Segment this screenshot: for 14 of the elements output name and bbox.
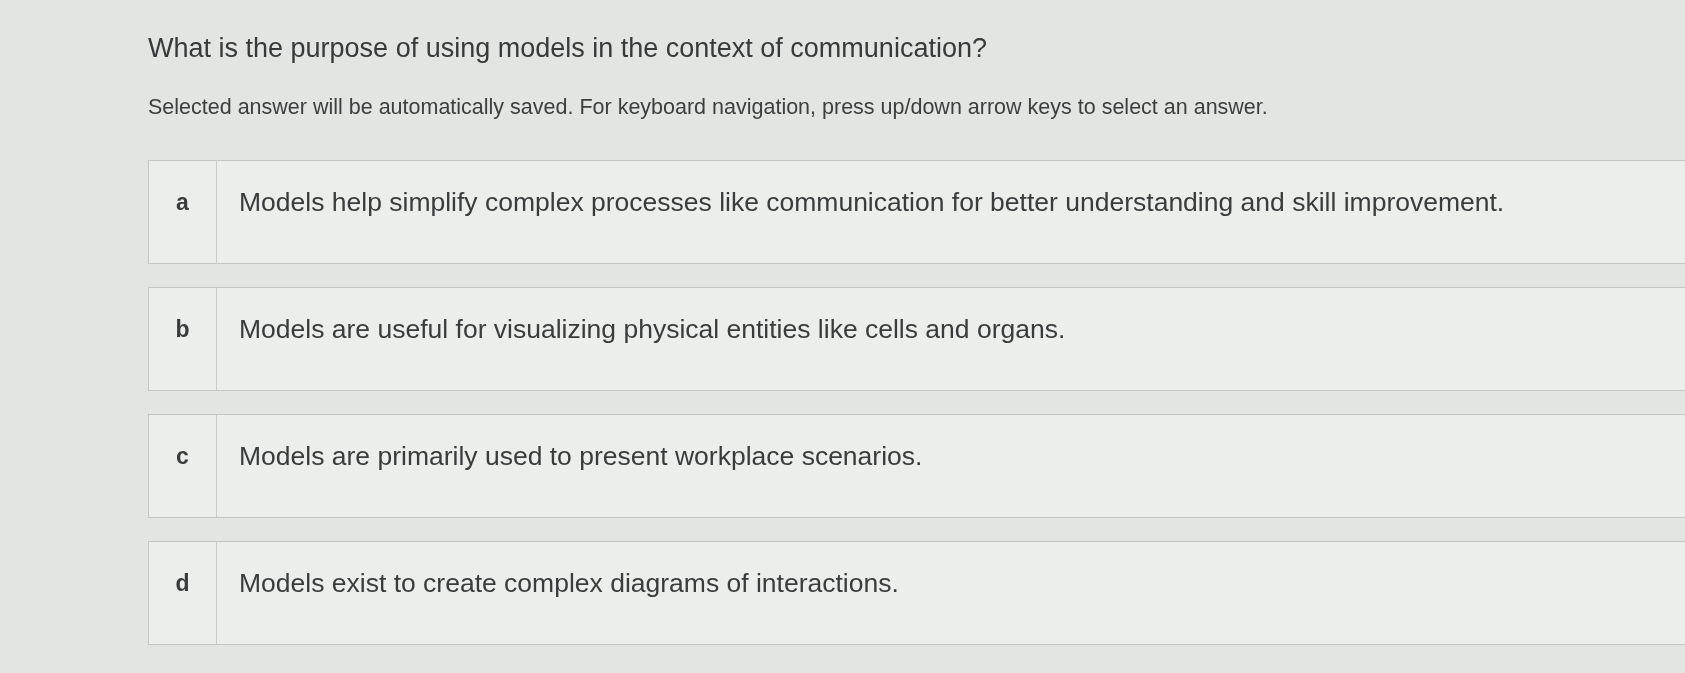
option-text: Models are primarily used to present workplace scenarios.	[239, 440, 923, 472]
option-letter: c	[176, 442, 189, 470]
option-letter: a	[176, 188, 189, 216]
answer-option[interactable]: d Models exist to create complex diagrams of interactions.	[148, 541, 1685, 645]
answer-option[interactable]: a Models help simplify complex processes like communication for better understanding and skill improvement.	[148, 160, 1685, 264]
option-text: Models help simplify complex processes like communication for better understanding and skill improvement.	[239, 186, 1505, 218]
option-letter: d	[175, 569, 190, 597]
question-title: What is the purpose of using models in the context of communication?	[148, 32, 988, 64]
instruction-text: Selected answer will be automatically saved. For keyboard navigation, press up/down arrow keys to select an answer.	[148, 94, 1269, 120]
option-text: Models are useful for visualizing physical entities like cells and organs.	[239, 313, 1066, 345]
option-text: Models exist to create complex diagrams of interactions.	[239, 567, 899, 599]
answer-option[interactable]: b Models are useful for visualizing physical entities like cells and organs.	[148, 287, 1685, 391]
answer-option[interactable]: c Models are primarily used to present workplace scenarios.	[148, 414, 1685, 518]
option-letter: b	[175, 315, 190, 343]
